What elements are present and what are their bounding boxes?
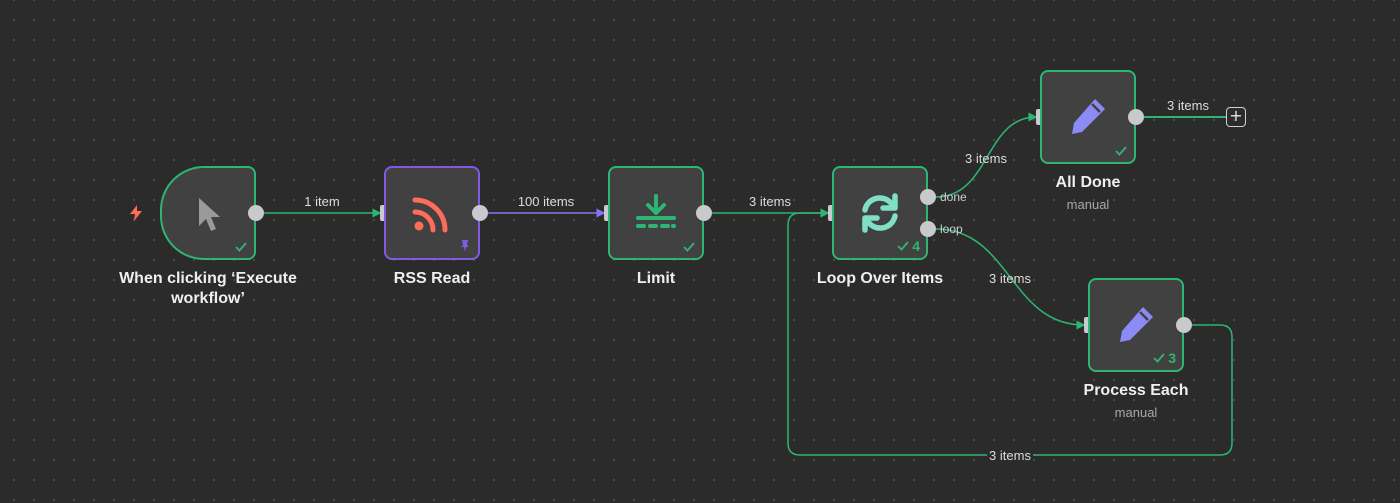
node-title-loop: Loop Over Items — [816, 270, 944, 287]
node-rss-read[interactable] — [384, 166, 480, 260]
trigger-output-handle[interactable] — [248, 205, 264, 221]
check-icon — [235, 242, 247, 252]
node-title-process-each: Process Each — [1083, 382, 1189, 399]
edge-label-rss-limit: 100 items — [517, 194, 575, 209]
alldone-output-handle[interactable] — [1128, 109, 1144, 125]
node-process-each[interactable]: 3 — [1088, 278, 1184, 372]
check-icon — [897, 241, 909, 251]
port-label-done: done — [940, 190, 967, 204]
success-status — [1114, 144, 1128, 158]
pin-icon — [461, 240, 469, 252]
check-icon — [1153, 353, 1165, 363]
success-status: 4 — [896, 238, 920, 254]
loop-icon — [857, 190, 903, 236]
limit-output-handle[interactable] — [696, 205, 712, 221]
node-subtitle-process-each: manual — [1114, 405, 1158, 420]
node-manual-trigger[interactable] — [160, 166, 256, 260]
check-icon — [1115, 146, 1127, 156]
workflow-canvas[interactable]: When clicking ‘Execute workflow’ RSS Rea… — [0, 0, 1400, 503]
cursor-icon — [185, 190, 231, 236]
edge-label-done-alldone: 3 items — [965, 151, 1007, 166]
success-status: 3 — [1152, 350, 1176, 366]
edge-label-process-back: 3 items — [987, 448, 1033, 463]
add-node-button[interactable]: + — [1226, 107, 1246, 127]
loop-loop-output-handle[interactable] — [920, 221, 936, 237]
node-loop-over-items[interactable]: 4 — [832, 166, 928, 260]
pencil-icon — [1065, 94, 1111, 140]
edge-label-trigger-rss: 1 item — [304, 194, 340, 209]
node-title-all-done: All Done — [1055, 174, 1121, 191]
edge-label-loop-process: 3 items — [989, 271, 1031, 286]
rss-output-handle[interactable] — [472, 205, 488, 221]
trigger-bolt-icon — [130, 205, 142, 221]
loop-done-output-handle[interactable] — [920, 189, 936, 205]
success-status — [234, 240, 248, 254]
edge-label-limit-loop: 3 items — [749, 194, 791, 209]
rss-icon — [409, 190, 455, 236]
run-count: 4 — [912, 238, 920, 254]
run-count: 3 — [1168, 350, 1176, 366]
success-status — [682, 240, 696, 254]
node-limit[interactable] — [608, 166, 704, 260]
pencil-icon — [1113, 302, 1159, 348]
node-subtitle-all-done: manual — [1066, 197, 1110, 212]
node-all-done[interactable] — [1040, 70, 1136, 164]
node-title-rss: RSS Read — [393, 270, 471, 287]
check-icon — [683, 242, 695, 252]
process-output-handle[interactable] — [1176, 317, 1192, 333]
edge-label-alldone-out: 3 items — [1167, 98, 1209, 113]
node-title-trigger: When clicking ‘Execute workflow’ — [119, 270, 297, 307]
limit-icon — [633, 190, 679, 236]
node-title-limit: Limit — [636, 270, 676, 287]
port-label-loop: loop — [940, 222, 963, 236]
